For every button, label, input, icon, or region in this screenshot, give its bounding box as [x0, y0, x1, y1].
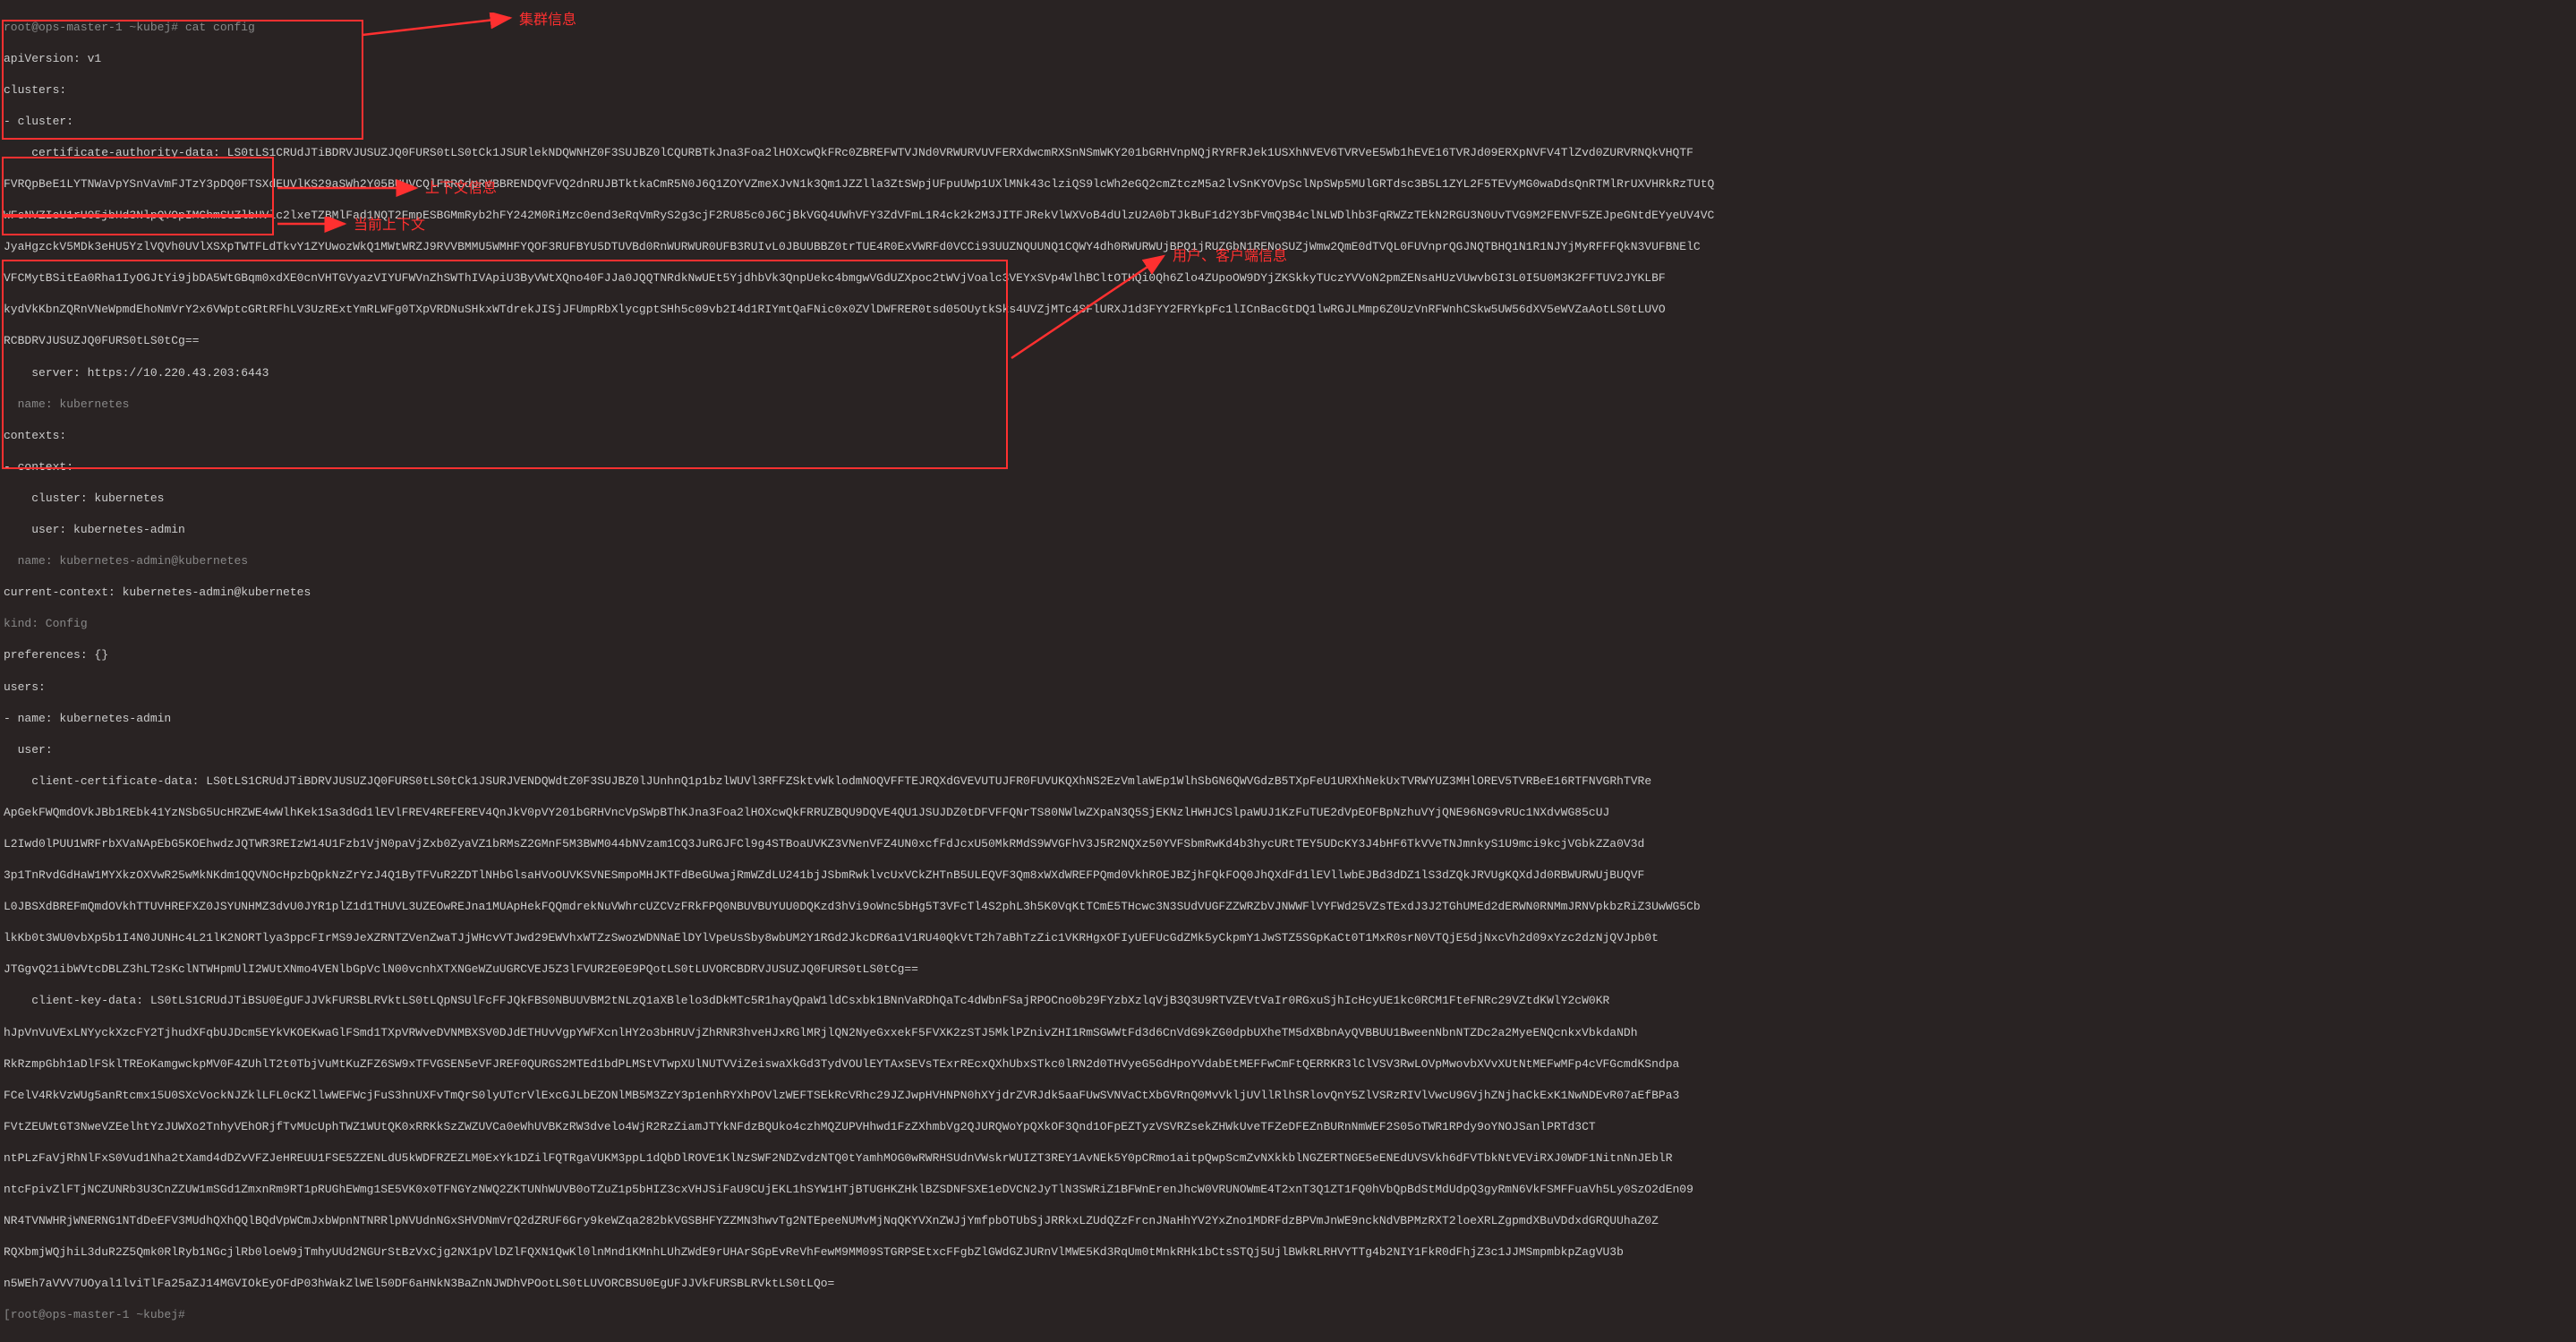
- final-prompt: [root@ops-master-1 ~kubej#: [4, 1307, 2572, 1323]
- cfg-name-kubernetes: name: kubernetes: [4, 397, 2572, 413]
- cfg-user-key: user:: [4, 742, 2572, 758]
- label-user-info: 用户、客户端信息: [1173, 247, 1287, 267]
- cfg-ccd-wrap: L2Iwd0lPUU1WRFrbXVaNApEbG5KOEhwdzJQTWR3R…: [4, 836, 2572, 852]
- cfg-clusters: clusters:: [4, 82, 2572, 98]
- cfg-cad: certificate-authority-data: LS0tLS1CRUdJ…: [4, 145, 2572, 161]
- prompt-line: root@ops-master-1 ~kubej# cat config: [4, 20, 2572, 36]
- cfg-ckd-wrap: hJpVnVuVExLNYyckXzcFY2TjhudXFqbUJDcm5EYk…: [4, 1025, 2572, 1041]
- cfg-cad-wrap: kydVkKbnZQRnVNeWpmdEhoNmVrY2x6VWptcGRtRF…: [4, 302, 2572, 318]
- cfg-ccd-wrap: 3p1TnRvdGdHaW1MYXkzOXVwR25wMkNKdm1QQVNOc…: [4, 868, 2572, 884]
- cfg-ccd-wrap: L0JBSXdBREFmQmdOVkhTTUVHREFXZ0JSYUNHMZ3d…: [4, 899, 2572, 915]
- cfg-cad-wrap: JyaHgzckV5MDk3eHU5YzlVQVh0UVlXSXpTWTFLdT…: [4, 239, 2572, 255]
- cfg-kind: kind: Config: [4, 616, 2572, 632]
- cfg-user-name: - name: kubernetes-admin: [4, 711, 2572, 727]
- label-current-context: 当前上下文: [354, 216, 425, 235]
- label-cluster-info: 集群信息: [519, 11, 576, 30]
- cfg-ckd-wrap: ntPLzFaVjRhNlFxS0Vud1Nha2tXamd4dDZvVFZJe…: [4, 1150, 2572, 1167]
- cfg-cad-wrap: RCBDRVJUSUZJQ0FURS0tLS0tCg==: [4, 333, 2572, 349]
- cfg-ckd-wrap: NR4TVNWHRjWNERNG1NTdDeEFV3MUdhQXhQQlBQdV…: [4, 1213, 2572, 1229]
- cfg-cad-wrap: FVRQpBeE1LYTNWaVpYSnVaVmFJTzY3pDQ0FTSXdE…: [4, 176, 2572, 192]
- terminal-output: root@ops-master-1 ~kubej# cat config api…: [0, 0, 2576, 1342]
- cfg-context-item: - context:: [4, 459, 2572, 475]
- cfg-current-context: current-context: kubernetes-admin@kubern…: [4, 585, 2572, 601]
- cfg-ctx-user: user: kubernetes-admin: [4, 522, 2572, 538]
- cfg-ckd: client-key-data: LS0tLS1CRUdJTiBSU0EgUFJ…: [4, 993, 2572, 1009]
- cfg-apiversion: apiVersion: v1: [4, 51, 2572, 67]
- cfg-ckd-wrap: ntcFpivZlFTjNCZUNRb3U3CnZZUW1mSGd1ZmxnRm…: [4, 1182, 2572, 1198]
- cfg-contexts: contexts:: [4, 428, 2572, 444]
- cfg-cad-wrap: VFCMytBSitEa0Rha1IyOGJtYi9jbDA5WtGBqm0xd…: [4, 270, 2572, 286]
- cfg-ccd-wrap: JTGgvQ21ibWVtcDBLZ3hLT2sKclNTWHpmUlI2WUt…: [4, 962, 2572, 978]
- cfg-ckd-wrap: RkRzmpGbh1aDlFSklTREoKamgwckpMV0F4ZUhlT2…: [4, 1056, 2572, 1073]
- cfg-ctx-cluster: cluster: kubernetes: [4, 491, 2572, 507]
- cfg-ccd-wrap: ApGekFWQmdOVkJBb1REbk41YzNSbG5UcHRZWE4wW…: [4, 805, 2572, 821]
- cfg-ccd: client-certificate-data: LS0tLS1CRUdJTiB…: [4, 774, 2572, 790]
- cfg-server: server: https://10.220.43.203:6443: [4, 365, 2572, 381]
- cfg-ckd-wrap: n5WEh7aVVV7UOyal1lviTlFa25aZJ14MGVIOkEyO…: [4, 1276, 2572, 1292]
- cfg-ctx-name: name: kubernetes-admin@kubernetes: [4, 553, 2572, 569]
- cfg-ckd-wrap: FCelV4RkVzWUg5anRtcmx15U0SXcVockNJZklLFL…: [4, 1088, 2572, 1104]
- cfg-preferences: preferences: {}: [4, 647, 2572, 663]
- cfg-ckd-wrap: FVtZEUWtGT3NweVZEelhtYzJUWXo2TnhyVEhORjf…: [4, 1119, 2572, 1135]
- cfg-ccd-wrap: lkKb0t3WU0vbXp5b1I4N0JUNHc4L21lK2NORTlya…: [4, 930, 2572, 946]
- label-context-info: 上下文信息: [425, 179, 497, 199]
- cfg-ckd-wrap: RQXbmjWQjhiL3duR2Z5Qmk0RlRyb1NGcjlRb0loe…: [4, 1244, 2572, 1261]
- cfg-users: users:: [4, 680, 2572, 696]
- cfg-cluster-item: - cluster:: [4, 114, 2572, 130]
